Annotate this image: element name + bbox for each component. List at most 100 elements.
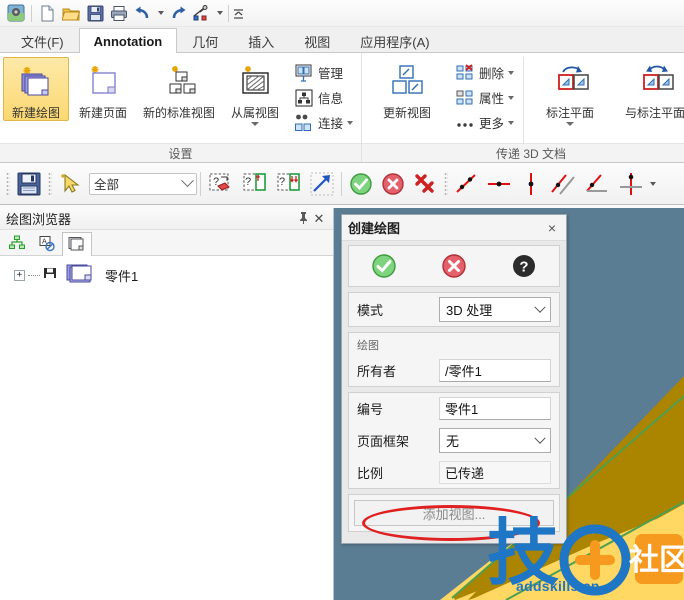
more-button[interactable]: 更多 [450, 110, 519, 135]
delete-caret[interactable] [508, 70, 515, 75]
move-annotation-button[interactable] [306, 168, 338, 200]
dialog-action-bar: ? [348, 245, 560, 287]
toolbar-grip-2[interactable] [48, 171, 52, 196]
save-toolbar-button[interactable] [13, 168, 45, 200]
customize-icon[interactable] [232, 2, 245, 24]
dim-parallel-button[interactable] [547, 168, 581, 200]
ok-icon[interactable] [371, 253, 397, 279]
pin-icon[interactable] [295, 211, 311, 227]
close-icon[interactable]: ✕ [311, 211, 327, 227]
add-view-button[interactable]: 添加视图... [354, 500, 554, 526]
new-standard-view-icon [159, 63, 199, 103]
info-icon [294, 88, 314, 108]
annotation-plane-label: 标注平面 [546, 106, 595, 120]
dim-horizontal-button[interactable] [483, 168, 515, 200]
toolbar-grip[interactable] [6, 171, 10, 196]
svg-text:?: ? [519, 259, 528, 276]
new-file-icon[interactable] [35, 2, 59, 24]
new-drawing-button[interactable]: 新建绘图 [3, 57, 69, 121]
dependent-view-caret[interactable] [251, 122, 259, 126]
toolbar-separator-2 [228, 4, 229, 22]
scale-value: 已传递 [439, 461, 551, 484]
frame-select[interactable]: 无 [439, 428, 551, 453]
cancel-button[interactable] [377, 168, 409, 200]
with-annotation-plane-button[interactable]: 与标注平面 [613, 57, 684, 121]
manage-icon [294, 63, 314, 83]
owner-label: 所有者 [357, 364, 397, 379]
dialog-close-icon[interactable]: × [544, 220, 560, 236]
tools-dropdown-caret[interactable] [214, 2, 225, 24]
annotation-plane-caret[interactable] [566, 122, 575, 126]
more-caret[interactable] [508, 120, 515, 125]
manage-button[interactable]: 管理 [289, 60, 358, 85]
svg-text:?: ? [279, 176, 285, 188]
owner-field[interactable]: /零件1 [439, 359, 551, 382]
new-standard-view-button[interactable]: 新的标准视图 [137, 57, 221, 121]
tree-connector [28, 274, 40, 276]
new-page-label: 新建页面 [78, 106, 127, 120]
number-row: 编号 零件1 [349, 393, 559, 424]
drawing-group-header: 绘图 [357, 340, 379, 352]
dependent-view-button[interactable]: 从属视图 [222, 57, 288, 127]
frame-select-value: 无 [446, 434, 460, 449]
ribbon-inner-separator [523, 57, 525, 143]
undo-icon[interactable] [131, 2, 155, 24]
tools-icon[interactable] [190, 2, 214, 24]
undo-dropdown-caret[interactable] [155, 2, 166, 24]
chevron-down-icon [534, 301, 546, 313]
update-view-button[interactable]: 更新视图 [365, 57, 449, 121]
info-button[interactable]: 信息 [289, 85, 358, 110]
drawing-tab[interactable] [62, 232, 92, 256]
dependent-view-label: 从属视图 [230, 106, 279, 120]
mode-panel: 模式 3D 处理 [348, 292, 560, 327]
number-field[interactable]: 零件1 [439, 397, 551, 420]
toolbar-grip-3[interactable] [444, 171, 448, 196]
tab-geometry[interactable]: 几何 [177, 28, 233, 53]
drawing-browser-tabs: A [0, 230, 333, 256]
delete-all-button[interactable] [409, 168, 441, 200]
save-icon[interactable] [83, 2, 107, 24]
print-icon[interactable] [107, 2, 131, 24]
edit-annotation-button[interactable]: ? [272, 168, 306, 200]
watermark-url: addskills.cn [516, 578, 600, 594]
properties-panel: 编号 零件1 页面框架 无 比例 已传递 [348, 392, 560, 489]
dialog-titlebar[interactable]: 创建绘图 × [342, 215, 566, 241]
frame-row: 页面框架 无 [349, 424, 559, 457]
dim-angle-button[interactable] [581, 168, 615, 200]
accept-button[interactable] [345, 168, 377, 200]
tab-insert[interactable]: 插入 [233, 28, 289, 53]
dim-oblique-button[interactable] [451, 168, 483, 200]
dim-vertical-button[interactable] [515, 168, 547, 200]
annotation-plane-button[interactable]: 标注平面 [528, 57, 612, 127]
mode-select[interactable]: 3D 处理 [439, 297, 551, 322]
delete-button[interactable]: 删除 [450, 60, 519, 85]
open-folder-icon[interactable] [59, 2, 83, 24]
properties-button[interactable]: 属性 [450, 85, 519, 110]
annotation-filter-tab[interactable]: A [32, 231, 62, 255]
help-icon[interactable]: ? [511, 253, 537, 279]
tab-application[interactable]: 应用程序(A) [345, 28, 444, 53]
properties-label: 属性 [479, 92, 505, 106]
connect-caret[interactable] [347, 120, 354, 125]
select-pointer-button[interactable] [55, 168, 87, 200]
create-annotation-button[interactable]: ? [238, 168, 272, 200]
cancel-icon[interactable] [441, 253, 467, 279]
connect-button[interactable]: 连接 [289, 110, 358, 135]
tab-annotation[interactable]: Annotation [78, 28, 178, 53]
toolbar-overflow-caret[interactable] [647, 168, 657, 200]
chevron-down-icon [181, 174, 194, 188]
properties-icon [455, 88, 475, 108]
tab-view[interactable]: 视图 [289, 28, 345, 53]
expander-icon[interactable]: + [14, 269, 25, 281]
new-drawing-label: 新建绘图 [11, 106, 60, 120]
tab-file[interactable]: 文件(F) [6, 28, 79, 53]
app-menu-icon[interactable] [4, 2, 28, 24]
properties-caret[interactable] [508, 95, 515, 100]
filter-combo[interactable]: 全部 [89, 172, 197, 195]
dim-perpendicular-button[interactable] [615, 168, 647, 200]
erase-annotation-button[interactable]: ? [204, 168, 238, 200]
redo-icon[interactable] [166, 2, 190, 24]
new-page-button[interactable]: 新建页面 [70, 57, 136, 121]
tree-item-part1[interactable]: + 零件1 [0, 264, 333, 286]
assembly-tree-tab[interactable] [2, 231, 32, 255]
